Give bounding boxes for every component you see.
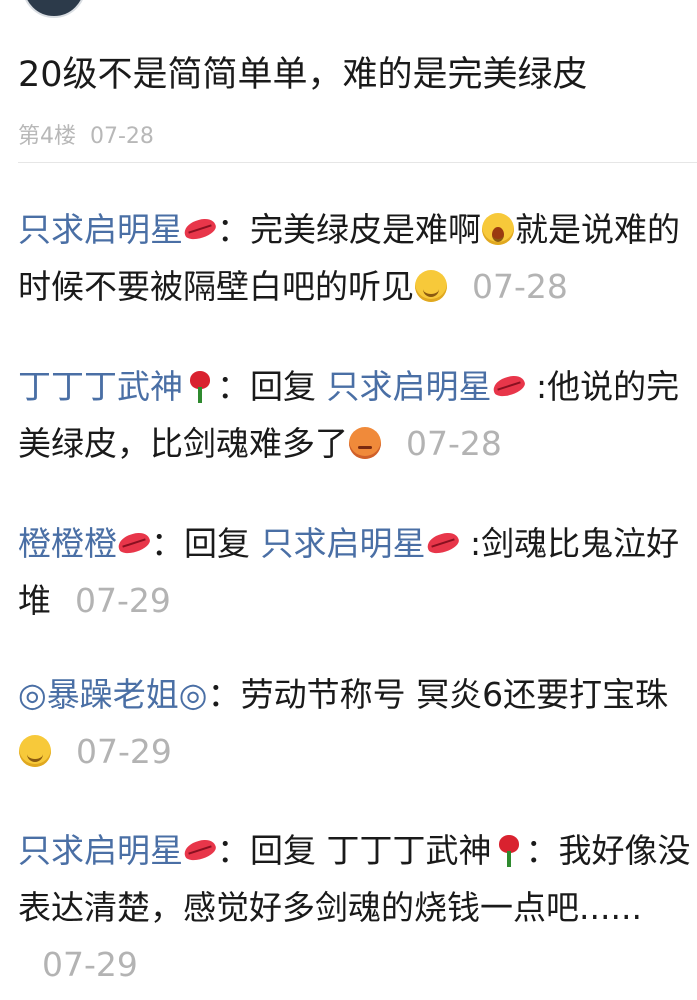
- comment-item[interactable]: 只求启明星 ：完美绿皮是难啊 就是说难的时候不要被隔壁白吧的听见 07-28: [18, 201, 694, 315]
- username-link[interactable]: 只求启明星: [18, 831, 183, 870]
- comment-item[interactable]: 丁丁丁武神 ：回复 只求启明星 :他说的完美绿皮，比剑魂难多了 07-28: [18, 358, 694, 472]
- comment-time: 07-29: [75, 581, 171, 620]
- separator: ：: [217, 831, 250, 870]
- username-link[interactable]: 只求启明星: [18, 210, 183, 249]
- lips-icon: [117, 526, 151, 560]
- username-link[interactable]: ◎暴躁老姐◎: [18, 675, 208, 714]
- comment-time: 07-29: [42, 945, 138, 984]
- smiling-face-icon: [414, 269, 448, 303]
- post-date: 07-28: [90, 124, 154, 149]
- reply-prefix: 回复: [250, 831, 316, 870]
- comment-time: 07-28: [472, 267, 568, 306]
- angry-face-icon: [348, 426, 382, 460]
- comment-item[interactable]: 橙橙橙 ：回复 只求启明星 :剑魂比鬼泣好堆 07-29: [18, 515, 694, 629]
- lips-icon: [426, 526, 460, 560]
- avatar[interactable]: [22, 0, 86, 18]
- comment-body: 完美绿皮是难啊: [250, 210, 481, 249]
- floor-number: 第4楼: [18, 124, 76, 149]
- reply-to-link[interactable]: 丁丁丁武神: [327, 831, 492, 870]
- reply-to-link[interactable]: 只求启明星: [327, 367, 492, 406]
- lips-icon: [183, 833, 217, 867]
- reply-prefix: 回复: [184, 524, 250, 563]
- lips-icon: [183, 212, 217, 246]
- rose-icon: [183, 369, 217, 403]
- separator: ：: [151, 524, 184, 563]
- separator: ：: [217, 210, 250, 249]
- separator: ：: [217, 367, 250, 406]
- comment-time: 07-28: [406, 424, 502, 463]
- post-text: 20级不是简简单单，难的是完美绿皮: [18, 55, 588, 95]
- reply-prefix: 回复: [250, 367, 316, 406]
- username-link[interactable]: 丁丁丁武神: [18, 367, 183, 406]
- floor-meta: 第4楼 07-28: [18, 118, 154, 150]
- rose-icon: [492, 833, 526, 867]
- divider: [18, 162, 697, 163]
- comment-item[interactable]: 只求启明星 ：回复 丁丁丁武神 ：我好像没表达清楚，感觉好多剑魂的烧钱一点吧....…: [18, 822, 694, 993]
- lips-icon: [492, 369, 526, 403]
- comment-item[interactable]: ◎暴躁老姐◎：劳动节称号 冥炎6还要打宝珠 07-29: [18, 666, 694, 780]
- comment-body: 劳动节称号 冥炎6还要打宝珠: [240, 675, 669, 714]
- smiling-face-icon: [18, 734, 52, 768]
- comment-time: 07-29: [76, 732, 172, 771]
- username-link[interactable]: 橙橙橙: [18, 524, 117, 563]
- separator: ：: [207, 675, 241, 714]
- reply-to-link[interactable]: 只求启明星: [261, 524, 426, 563]
- crying-face-icon: [481, 212, 515, 246]
